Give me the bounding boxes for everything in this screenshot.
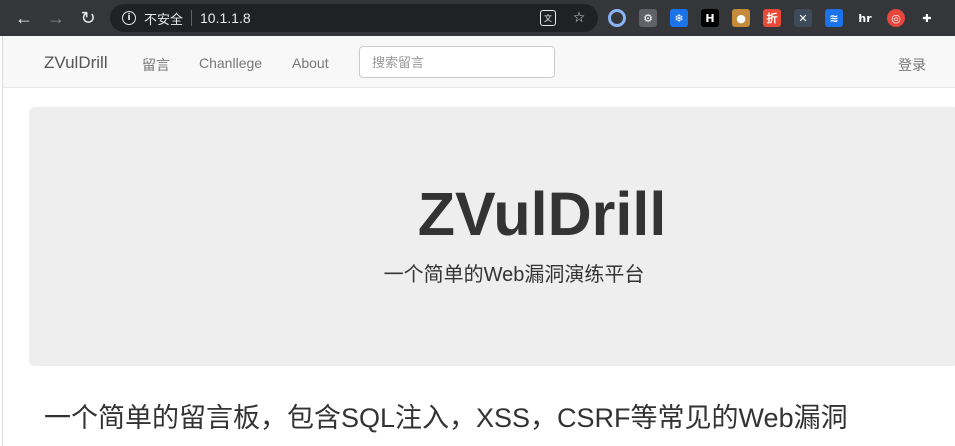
snowflake-ext-icon[interactable]: ❄ xyxy=(670,9,688,27)
rainbow-ext-icon[interactable]: ◎ xyxy=(887,9,905,27)
page-tagline: 一个简单的留言板，包含SQL注入，XSS，CSRF等常见的Web漏洞 xyxy=(44,403,848,433)
hero-title: ZVulDrill xyxy=(417,180,667,248)
security-label: 不安全 xyxy=(144,11,184,27)
circle-ext-icon[interactable] xyxy=(608,9,626,27)
cookie-ext-icon[interactable]: ● xyxy=(732,9,750,27)
hero-subtitle: 一个简单的Web漏洞演练平台 xyxy=(383,264,645,286)
back-icon[interactable]: ← xyxy=(10,4,38,32)
hr-ext-icon[interactable]: hr xyxy=(856,9,874,27)
zhe-ext-icon[interactable]: 折 xyxy=(763,9,781,27)
login-link[interactable]: 登录 xyxy=(898,55,926,75)
address-bar[interactable]: i 不安全 10.1.1.8 文 ☆ xyxy=(110,4,598,32)
browser-toolbar: ← → ↻ i 不安全 10.1.1.8 文 ☆ ⚙ ❄ H ● 折 ✕ ≋ hr ◎ ✚ xyxy=(0,0,955,36)
info-icon[interactable]: i xyxy=(122,11,136,25)
x-ext-icon[interactable]: ✕ xyxy=(794,9,812,27)
gear-ext-icon[interactable]: ⚙ xyxy=(639,9,657,27)
hero-jumbotron: ZVulDrill 一个简单的Web漏洞演练平台 xyxy=(29,107,955,366)
nav-link-about[interactable]: About xyxy=(292,55,329,71)
omnibox-divider xyxy=(191,10,193,26)
star-icon[interactable]: ☆ xyxy=(570,10,588,26)
brand-link[interactable]: ZVulDrill xyxy=(44,53,108,73)
site-navbar: ZVulDrill 留言 Chanllege About 登录 xyxy=(0,36,955,88)
reload-icon[interactable]: ↻ xyxy=(74,4,102,32)
extensions-bar: ⚙ ❄ H ● 折 ✕ ≋ hr ◎ ✚ xyxy=(608,6,936,30)
url-text[interactable]: 10.1.1.8 xyxy=(200,10,251,26)
nav-link-challenge[interactable]: Chanllege xyxy=(199,55,262,71)
forward-icon[interactable]: → xyxy=(42,4,70,32)
translate-icon[interactable]: 文 xyxy=(540,10,556,26)
h-ext-icon[interactable]: H xyxy=(701,9,719,27)
window-left-edge xyxy=(0,36,3,446)
wave-ext-icon[interactable]: ≋ xyxy=(825,9,843,27)
nav-link-messages[interactable]: 留言 xyxy=(142,55,170,75)
puzzle-ext-icon[interactable]: ✚ xyxy=(918,9,936,27)
search-input[interactable] xyxy=(359,46,555,78)
